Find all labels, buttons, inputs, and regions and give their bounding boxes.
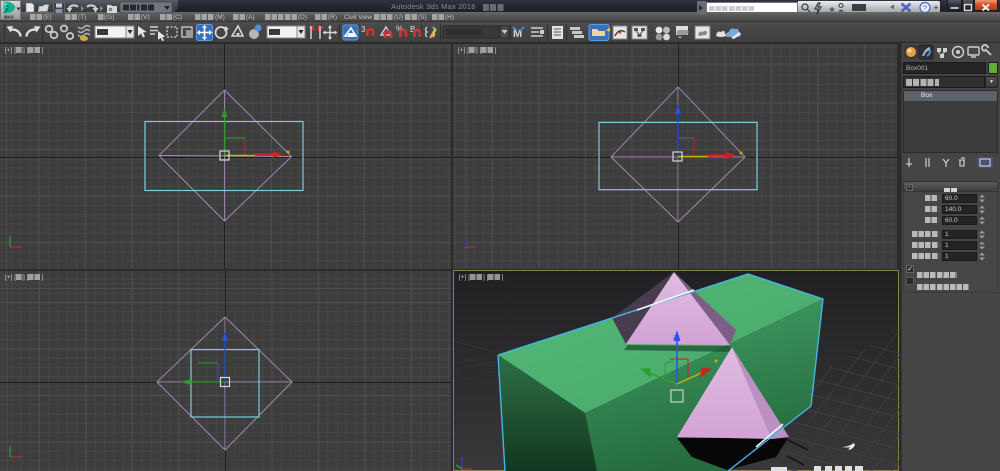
svg-text:?: ? (923, 3, 927, 12)
svg-text:MAX: MAX (4, 15, 14, 20)
